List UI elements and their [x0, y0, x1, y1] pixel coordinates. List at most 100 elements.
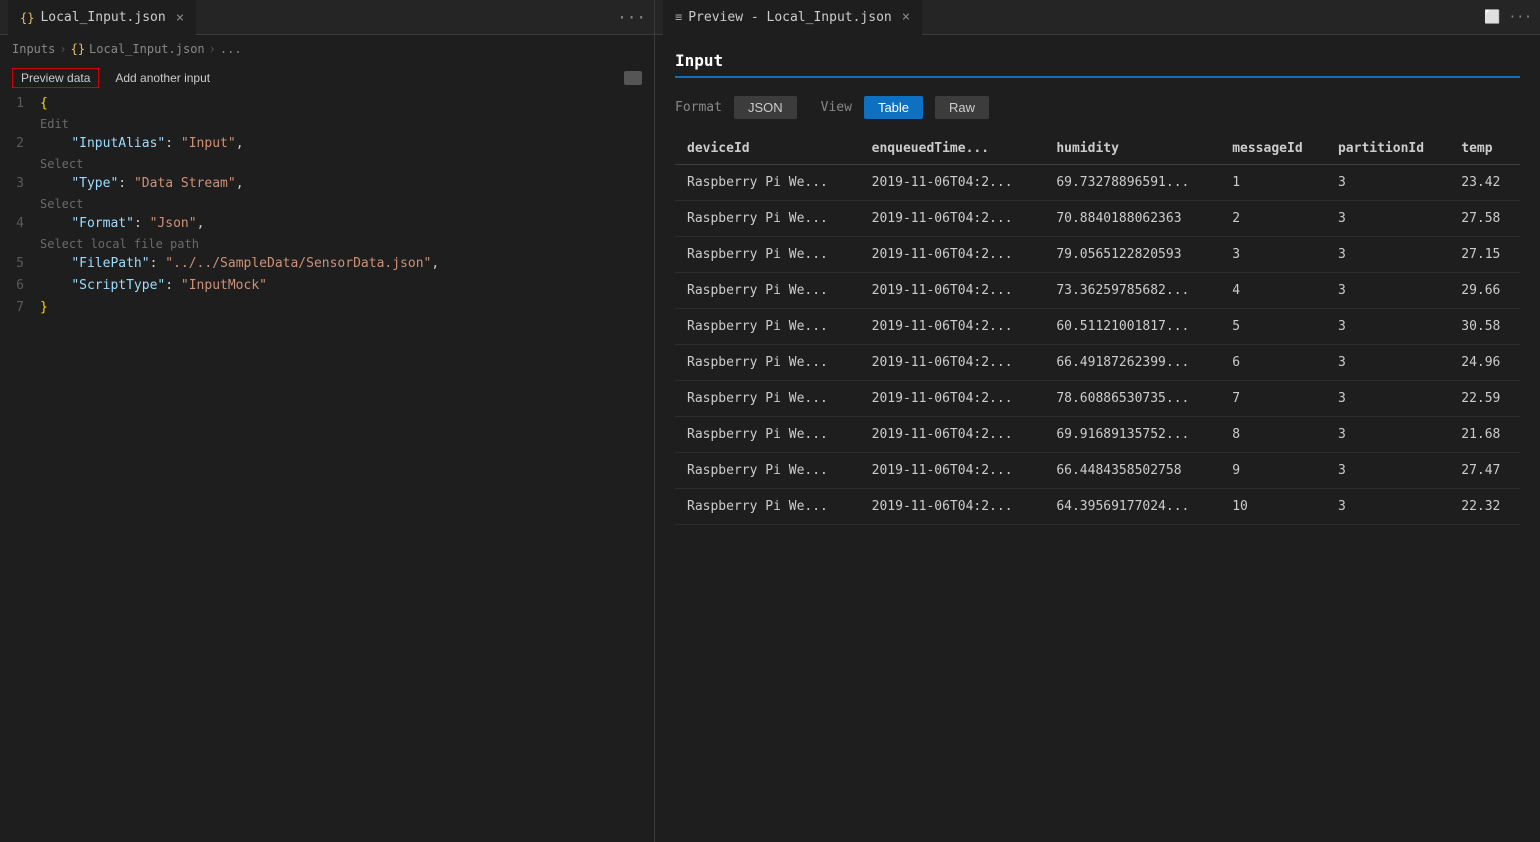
cell-r7-c0: Raspberry Pi We...: [675, 417, 860, 453]
cell-r1-c1: 2019-11-06T04:2...: [860, 201, 1045, 237]
table-row: Raspberry Pi We...2019-11-06T04:2...70.8…: [675, 201, 1520, 237]
cell-r1-c2: 70.8840188062363: [1044, 201, 1220, 237]
code-line-2: 2 "InputAlias": "Input",: [0, 133, 654, 155]
cell-r0-c5: 23.42: [1449, 165, 1520, 201]
cell-r3-c2: 73.36259785682...: [1044, 273, 1220, 309]
cell-r0-c3: 1: [1220, 165, 1326, 201]
breadcrumb: Inputs › {} Local_Input.json › ...: [0, 35, 654, 63]
cell-r8-c5: 27.47: [1449, 453, 1520, 489]
cell-r6-c4: 3: [1326, 381, 1449, 417]
table-row: Raspberry Pi We...2019-11-06T04:2...64.3…: [675, 489, 1520, 525]
code-line-7: 7 }: [0, 297, 654, 319]
cell-r2-c2: 79.0565122820593: [1044, 237, 1220, 273]
col-enqueuedtime: enqueuedTime...: [860, 133, 1045, 165]
preview-title: Input: [675, 51, 1520, 78]
left-tab-label: Local_Input.json: [40, 10, 165, 25]
json-file-icon: {}: [20, 11, 34, 25]
col-partitionid: partitionId: [1326, 133, 1449, 165]
breadcrumb-icon: {}: [71, 42, 85, 56]
cell-r7-c2: 69.91689135752...: [1044, 417, 1220, 453]
cell-r2-c0: Raspberry Pi We...: [675, 237, 860, 273]
col-temp: temp: [1449, 133, 1520, 165]
cell-r0-c0: Raspberry Pi We...: [675, 165, 860, 201]
col-messageid: messageId: [1220, 133, 1326, 165]
cell-r3-c1: 2019-11-06T04:2...: [860, 273, 1045, 309]
table-row: Raspberry Pi We...2019-11-06T04:2...69.7…: [675, 165, 1520, 201]
cell-r1-c4: 3: [1326, 201, 1449, 237]
cell-r5-c5: 24.96: [1449, 345, 1520, 381]
json-format-button[interactable]: JSON: [734, 96, 797, 119]
cell-r3-c0: Raspberry Pi We...: [675, 273, 860, 309]
hint-edit: Edit: [0, 115, 654, 133]
cell-r4-c4: 3: [1326, 309, 1449, 345]
table-row: Raspberry Pi We...2019-11-06T04:2...78.6…: [675, 381, 1520, 417]
cell-r6-c5: 22.59: [1449, 381, 1520, 417]
cell-r5-c2: 66.49187262399...: [1044, 345, 1220, 381]
code-editor[interactable]: 1 { Edit 2 "InputAlias": "Input", Select…: [0, 93, 654, 842]
cell-r0-c4: 3: [1326, 165, 1449, 201]
right-tab-close[interactable]: ×: [902, 9, 910, 25]
table-view-button[interactable]: Table: [864, 96, 923, 119]
code-line-5: 5 "FilePath": "../../SampleData/SensorDa…: [0, 253, 654, 275]
table-row: Raspberry Pi We...2019-11-06T04:2...60.5…: [675, 309, 1520, 345]
cell-r8-c1: 2019-11-06T04:2...: [860, 453, 1045, 489]
right-tab-bar: ≡ Preview - Local_Input.json × ⬜ ···: [655, 0, 1540, 35]
preview-data-button[interactable]: Preview data: [12, 68, 99, 88]
left-tab[interactable]: {} Local_Input.json ×: [8, 0, 196, 35]
breadcrumb-file[interactable]: Local_Input.json: [89, 42, 205, 56]
cell-r7-c1: 2019-11-06T04:2...: [860, 417, 1045, 453]
left-tab-bar: {} Local_Input.json × ···: [0, 0, 654, 35]
cell-r2-c5: 27.15: [1449, 237, 1520, 273]
table-row: Raspberry Pi We...2019-11-06T04:2...69.9…: [675, 417, 1520, 453]
raw-view-button[interactable]: Raw: [935, 96, 989, 119]
table-header-row: deviceId enqueuedTime... humidity messag…: [675, 133, 1520, 165]
toolbar-row: Preview data Add another input: [0, 63, 654, 93]
cell-r4-c0: Raspberry Pi We...: [675, 309, 860, 345]
col-humidity: humidity: [1044, 133, 1220, 165]
cell-r3-c5: 29.66: [1449, 273, 1520, 309]
cell-r5-c1: 2019-11-06T04:2...: [860, 345, 1045, 381]
hint-select-2: Select: [0, 195, 654, 213]
cell-r0-c2: 69.73278896591...: [1044, 165, 1220, 201]
add-input-button[interactable]: Add another input: [107, 69, 218, 87]
cell-r7-c3: 8: [1220, 417, 1326, 453]
col-deviceid: deviceId: [675, 133, 860, 165]
hint-select-path: Select local file path: [0, 235, 654, 253]
code-line-1: 1 {: [0, 93, 654, 115]
right-toolbar-icons: ⬜ ···: [1484, 10, 1532, 25]
right-tab[interactable]: ≡ Preview - Local_Input.json ×: [663, 0, 922, 35]
cell-r9-c0: Raspberry Pi We...: [675, 489, 860, 525]
preview-content: Input Format JSON View Table Raw deviceI…: [655, 35, 1540, 842]
right-tab-more[interactable]: ···: [1509, 10, 1532, 25]
split-editor-icon[interactable]: ⬜: [1484, 10, 1500, 25]
right-panel: ≡ Preview - Local_Input.json × ⬜ ··· Inp…: [655, 0, 1540, 842]
breadcrumb-inputs[interactable]: Inputs: [12, 42, 55, 56]
code-line-6: 6 "ScriptType": "InputMock": [0, 275, 654, 297]
table-row: Raspberry Pi We...2019-11-06T04:2...66.4…: [675, 345, 1520, 381]
cell-r9-c4: 3: [1326, 489, 1449, 525]
cell-r1-c5: 27.58: [1449, 201, 1520, 237]
cell-r0-c1: 2019-11-06T04:2...: [860, 165, 1045, 201]
format-view-row: Format JSON View Table Raw: [675, 96, 1520, 119]
toolbar-icon: [624, 71, 642, 85]
left-tab-close[interactable]: ×: [176, 10, 184, 26]
cell-r9-c2: 64.39569177024...: [1044, 489, 1220, 525]
data-table-wrapper[interactable]: deviceId enqueuedTime... humidity messag…: [675, 133, 1520, 826]
table-row: Raspberry Pi We...2019-11-06T04:2...73.3…: [675, 273, 1520, 309]
cell-r5-c4: 3: [1326, 345, 1449, 381]
cell-r4-c1: 2019-11-06T04:2...: [860, 309, 1045, 345]
cell-r8-c3: 9: [1220, 453, 1326, 489]
cell-r8-c4: 3: [1326, 453, 1449, 489]
hint-select-1: Select: [0, 155, 654, 173]
cell-r3-c3: 4: [1220, 273, 1326, 309]
cell-r5-c0: Raspberry Pi We...: [675, 345, 860, 381]
cell-r1-c0: Raspberry Pi We...: [675, 201, 860, 237]
cell-r8-c0: Raspberry Pi We...: [675, 453, 860, 489]
view-label: View: [821, 100, 852, 115]
cell-r6-c2: 78.60886530735...: [1044, 381, 1220, 417]
left-tab-more[interactable]: ···: [617, 8, 646, 27]
table-row: Raspberry Pi We...2019-11-06T04:2...79.0…: [675, 237, 1520, 273]
cell-r6-c0: Raspberry Pi We...: [675, 381, 860, 417]
cell-r6-c3: 7: [1220, 381, 1326, 417]
cell-r9-c1: 2019-11-06T04:2...: [860, 489, 1045, 525]
